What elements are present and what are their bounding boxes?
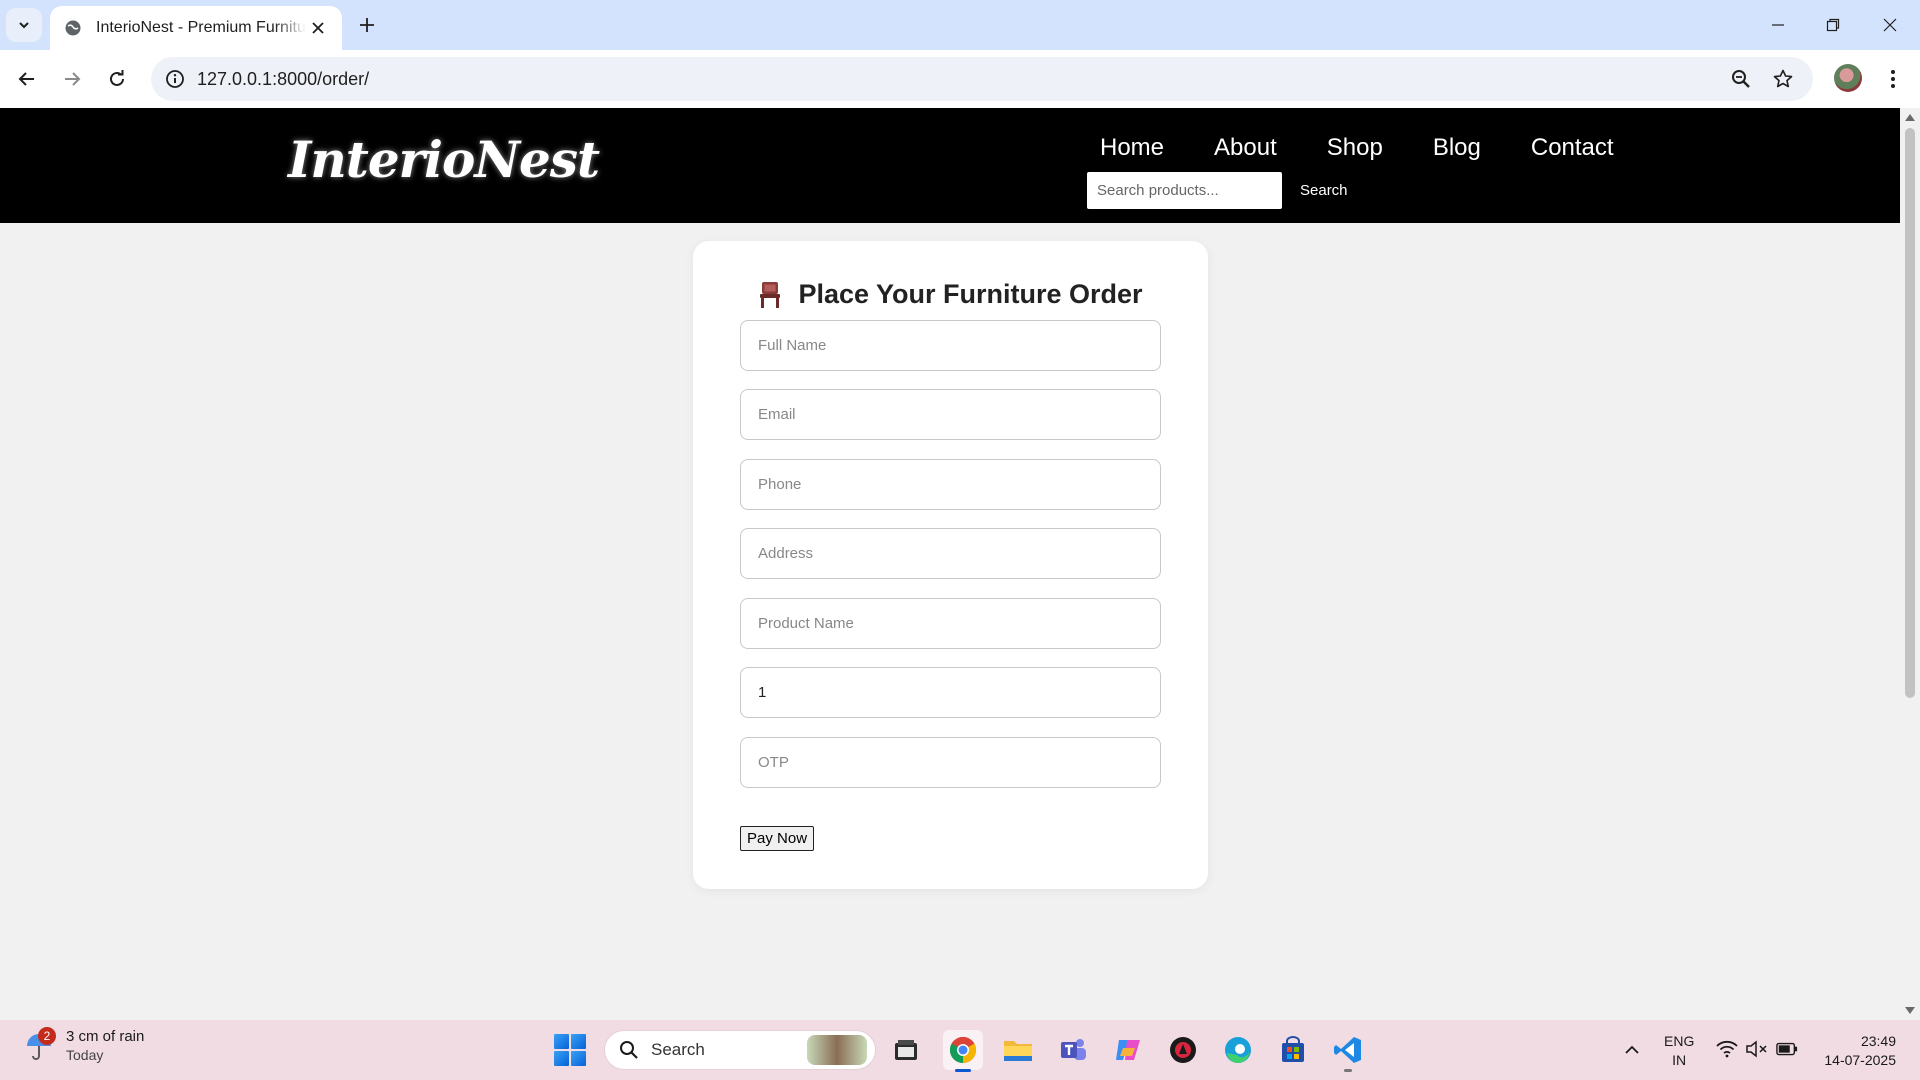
folder-icon[interactable] [998,1030,1038,1070]
active-app-indicator [955,1069,971,1072]
language-code: ENG [1664,1033,1695,1049]
pay-now-button[interactable]: Pay Now [740,826,815,851]
window-close-button[interactable] [1870,8,1910,42]
search-highlight-image [807,1035,867,1065]
minimize-icon [1772,24,1784,26]
nav-link-home[interactable]: Home [1100,134,1164,162]
order-form-title: Place Your Furniture Order [798,279,1143,309]
reload-icon [110,70,124,86]
running-app-indicator [1344,1069,1352,1072]
star-icon[interactable] [1771,67,1795,91]
battery-icon[interactable] [1776,1038,1798,1060]
tab-title: InterioNest - Premium Furniture [96,19,306,36]
profile-avatar[interactable] [1834,64,1862,92]
page-scrollbar[interactable] [1900,108,1920,1020]
region-code: IN [1672,1052,1687,1068]
speaker-muted-icon[interactable] [1746,1038,1768,1060]
nav-link-blog[interactable]: Blog [1433,134,1481,162]
globe-icon [64,19,82,37]
chevron-down-icon [19,22,29,29]
close-icon[interactable] [308,18,328,38]
browser-tab-active[interactable]: InterioNest - Premium Furniture [50,6,342,50]
url-text[interactable]: 127.0.0.1:8000/order/ [197,69,369,90]
product-search: Search [1087,172,1348,209]
teams-icon[interactable] [1053,1030,1093,1070]
taskbar-search-label: Search [651,1040,705,1059]
chrome-icon[interactable] [943,1030,983,1072]
weather-summary: 3 cm of rain [66,1028,145,1045]
taskbar-clock[interactable]: 23:49 14-07-2025 [1816,1032,1896,1070]
email-field[interactable] [740,389,1161,440]
copilot-icon[interactable] [1108,1030,1148,1070]
kebab-menu-icon[interactable] [1880,62,1906,96]
search-button[interactable]: Search [1300,182,1348,199]
edge-icon[interactable] [1218,1030,1258,1070]
browser-tabbar: InterioNest - Premium Furniture [0,0,1920,50]
forward-button[interactable] [55,62,89,96]
windows-start-icon[interactable] [554,1034,586,1066]
order-form-heading: Place Your Furniture Order [693,279,1208,310]
back-button[interactable] [10,62,44,96]
scroll-down-icon[interactable] [1905,1006,1915,1016]
page-viewport: InterioNest Home About Shop Blog Contact… [0,108,1900,1020]
site-header: InterioNest Home About Shop Blog Contact… [0,108,1900,223]
full-name-field[interactable] [740,320,1161,371]
back-icon [18,72,34,86]
site-logo[interactable]: InterioNest [288,130,600,189]
windows-taskbar: 2 3 cm of rain Today Search ENG IN 23:49… [0,1020,1920,1080]
forward-icon [65,72,81,86]
plus-icon [360,18,374,32]
quantity-field[interactable] [740,667,1161,718]
store-icon[interactable] [1273,1030,1313,1070]
chair-icon [758,281,782,309]
info-icon[interactable] [163,67,187,91]
address-bar[interactable]: 127.0.0.1:8000/order/ [151,57,1813,101]
window-close-icon [1883,18,1897,32]
new-tab-button[interactable] [352,10,382,40]
restore-button[interactable] [1813,8,1853,42]
order-form-card: Place Your Furniture Order Pay Now [693,241,1208,889]
product-name-field[interactable] [740,598,1161,649]
umbrella-icon: 2 [24,1026,56,1061]
restore-icon [1826,18,1840,32]
nav-link-about[interactable]: About [1214,134,1277,162]
weather-badge: 2 [38,1026,56,1045]
zoom-icon[interactable] [1729,67,1753,91]
app-icon[interactable] [1163,1030,1203,1070]
scroll-thumb[interactable] [1905,128,1915,698]
tab-search-button[interactable] [6,8,42,42]
file-explorer-icon[interactable] [886,1030,926,1070]
address-field[interactable] [740,528,1161,579]
weather-widget[interactable]: 2 3 cm of rain Today [24,1026,145,1063]
language-indicator[interactable]: ENG IN [1664,1032,1694,1070]
chevron-up-icon[interactable] [1620,1038,1644,1062]
nav-link-contact[interactable]: Contact [1531,134,1614,162]
wifi-icon[interactable] [1716,1038,1738,1060]
vscode-icon[interactable] [1328,1030,1368,1072]
scroll-up-icon[interactable] [1905,112,1915,122]
browser-toolbar: 127.0.0.1:8000/order/ [0,50,1920,108]
search-input[interactable] [1087,172,1282,209]
otp-field[interactable] [740,737,1161,788]
reload-button[interactable] [100,62,134,96]
search-icon [620,1041,638,1059]
site-nav: Home About Shop Blog Contact [1100,134,1664,162]
clock-time: 23:49 [1860,1033,1896,1049]
clock-date: 14-07-2025 [1824,1052,1896,1068]
weather-day: Today [66,1047,104,1063]
phone-field[interactable] [740,459,1161,510]
nav-link-shop[interactable]: Shop [1327,134,1383,162]
taskbar-search[interactable]: Search [604,1030,876,1070]
minimize-button[interactable] [1758,8,1798,42]
